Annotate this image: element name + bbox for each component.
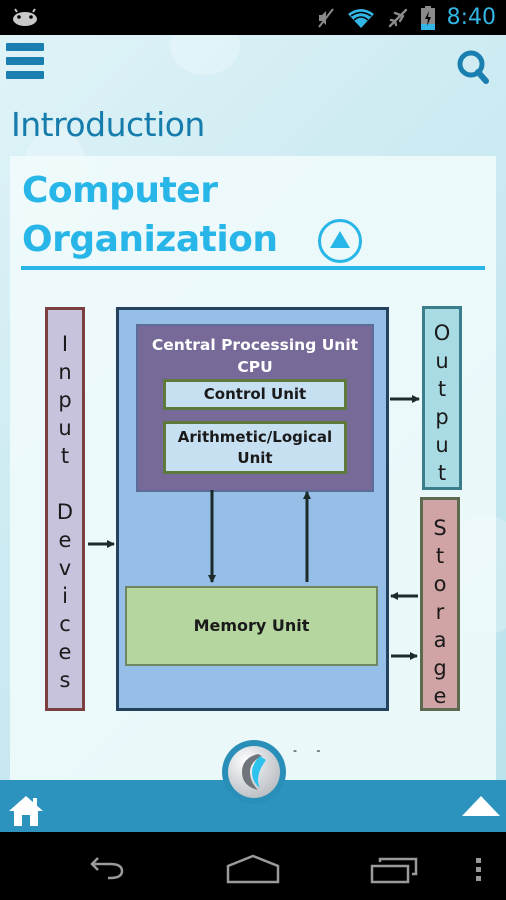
input-devices-letter: u: [58, 416, 72, 440]
input-devices-letter: e: [58, 640, 72, 664]
cpu-label-line2: CPU: [237, 358, 273, 376]
input-devices-letter: i: [62, 584, 68, 608]
page-indicator: - -: [293, 743, 329, 757]
storage-letter: o: [433, 572, 447, 596]
cpu-label: Central Processing Unit CPU: [138, 334, 372, 378]
home-nav-icon[interactable]: [226, 854, 280, 884]
storage-letter: e: [433, 684, 447, 708]
computer-organization-diagram: Input Devices Output Storage Central Pro…: [10, 156, 496, 832]
output-letter: u: [435, 433, 449, 457]
memory-unit-box: Memory Unit: [125, 586, 378, 666]
storage-letter: r: [435, 600, 445, 624]
input-devices-letter: D: [56, 500, 74, 524]
cpu-box: Central Processing Unit CPU Control Unit…: [136, 324, 374, 492]
wifi-icon: [347, 8, 374, 28]
home-icon[interactable]: [7, 794, 45, 828]
input-devices-letter: n: [58, 360, 72, 384]
content-card: Computer Organization Input Devices Outp…: [10, 156, 496, 832]
output-letter: p: [435, 405, 449, 429]
input-devices-letter: t: [60, 444, 70, 468]
input-devices-box: Input Devices: [45, 307, 85, 711]
output-letter: u: [435, 349, 449, 373]
input-devices-letter: v: [58, 556, 72, 580]
system-nav-bar: [0, 832, 506, 900]
storage-letter: a: [433, 628, 447, 652]
scroll-up-icon[interactable]: [462, 796, 500, 816]
cpu-label-line1: Central Processing Unit: [151, 336, 359, 354]
battery-charging-icon: [420, 5, 435, 30]
clock: 8:40: [446, 5, 496, 30]
input-devices-letter: p: [58, 388, 72, 412]
hamburger-menu-icon[interactable]: [6, 43, 44, 79]
search-icon[interactable]: [456, 49, 490, 85]
back-icon[interactable]: [88, 854, 138, 882]
control-unit-box: Control Unit: [163, 379, 347, 410]
input-devices-letter: e: [58, 528, 72, 552]
input-devices-letter: [62, 470, 69, 498]
page-title: Introduction: [11, 105, 205, 144]
output-letter: t: [437, 461, 447, 485]
input-devices-letter: c: [59, 612, 71, 636]
app-logo-icon: [228, 746, 280, 798]
mute-icon: [317, 7, 334, 28]
input-devices-letter: I: [61, 332, 69, 356]
background-bokeh: [170, 35, 240, 75]
output-letter: t: [437, 377, 447, 401]
storage-box: Storage: [420, 497, 460, 711]
airplane-mode-icon: [388, 8, 407, 27]
alu-box: Arithmetic/Logical Unit: [163, 421, 347, 474]
recent-apps-icon[interactable]: [370, 856, 420, 884]
alu-label-line1: Arithmetic/Logical: [177, 428, 333, 446]
computer-system-box: Central Processing Unit CPU Control Unit…: [116, 307, 389, 711]
alu-label-line2: Unit: [237, 449, 273, 467]
output-letter: O: [433, 321, 451, 345]
app-logo-button[interactable]: [222, 740, 286, 804]
status-bar: 8:40: [0, 0, 506, 35]
storage-letter: g: [433, 656, 447, 680]
app-content: Introduction Computer Organization Input…: [0, 35, 506, 832]
storage-letter: t: [435, 544, 445, 568]
storage-letter: S: [433, 516, 447, 540]
android-debug-icon: [13, 8, 37, 26]
overflow-menu-icon[interactable]: [474, 856, 484, 884]
output-box: Output: [422, 306, 462, 490]
input-devices-letter: s: [59, 668, 71, 692]
